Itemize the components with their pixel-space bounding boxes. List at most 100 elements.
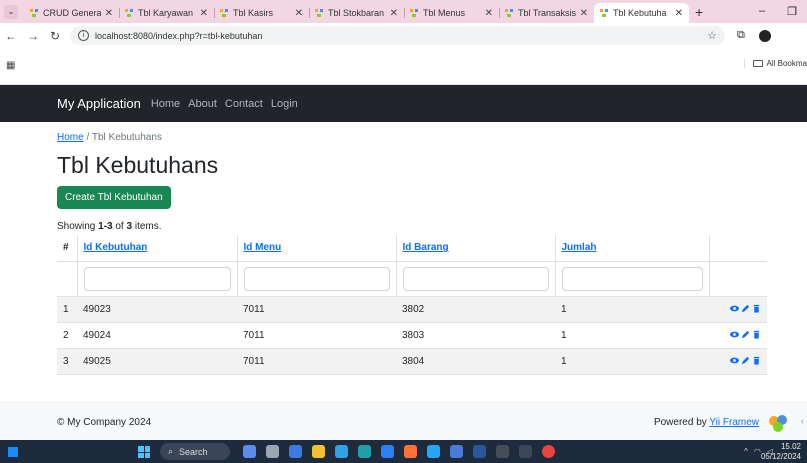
yii-favicon-icon xyxy=(600,9,608,17)
file-explorer-icon[interactable] xyxy=(312,445,325,458)
column-header-jumlah: Jumlah xyxy=(554,235,709,262)
address-bar[interactable]: i localhost:8080/index.php?r=tbl-kebutuh… xyxy=(70,26,725,45)
firefox-icon[interactable] xyxy=(404,445,417,458)
windows-start-icon[interactable] xyxy=(138,446,150,458)
profile-avatar[interactable] xyxy=(758,29,771,42)
close-tab-icon[interactable]: ✕ xyxy=(485,8,493,19)
site-navbar: My Application Home About Contact Login xyxy=(0,85,807,122)
restore-icon[interactable]: ❐ xyxy=(787,5,797,18)
back-icon[interactable]: ← xyxy=(0,29,22,43)
extensions-icon[interactable]: ⧉ xyxy=(737,29,745,42)
site-info-icon[interactable]: i xyxy=(78,30,89,41)
tab-title: Tbl Menus xyxy=(423,8,466,18)
breadcrumb: Home / Tbl Kebutuhans xyxy=(57,132,767,143)
browser-tab[interactable]: Tbl Karyawan ✕ xyxy=(119,3,214,23)
column-header-number: # xyxy=(57,235,77,262)
taskbar-search[interactable]: ⌕ Search xyxy=(160,443,230,460)
browser-tab[interactable]: CRUD Genera ✕ xyxy=(24,3,119,23)
sort-link-id-menu[interactable]: Id Menu xyxy=(244,242,282,253)
yii-logo-icon xyxy=(769,415,787,432)
cell-jumlah: 1 xyxy=(555,322,709,349)
nav-link-home[interactable]: Home xyxy=(151,98,180,110)
breadcrumb-home-link[interactable]: Home xyxy=(57,132,84,143)
row-number: 2 xyxy=(57,322,77,349)
forward-icon[interactable]: → xyxy=(22,29,44,43)
sort-link-id-barang[interactable]: Id Barang xyxy=(403,242,449,253)
copyright-text: © My Company 2024 xyxy=(57,417,152,428)
app-icon[interactable] xyxy=(381,445,394,458)
column-header-id-barang: Id Barang xyxy=(395,235,555,262)
window-controls: – ❐ xyxy=(759,5,807,18)
sort-link-id-kebutuhan[interactable]: Id Kebutuhan xyxy=(84,242,148,253)
filter-input-id-barang[interactable] xyxy=(402,266,549,291)
delete-trash-icon[interactable] xyxy=(752,304,761,313)
minimize-icon[interactable]: – xyxy=(759,5,765,18)
delete-trash-icon[interactable] xyxy=(752,330,761,339)
close-tab-icon[interactable]: ✕ xyxy=(200,8,208,19)
site-footer: © My Company 2024 Powered by Yii Framew … xyxy=(0,402,807,440)
nav-link-login[interactable]: Login xyxy=(271,98,298,110)
close-tab-icon[interactable]: ✕ xyxy=(105,8,113,19)
cell-id-barang: 3802 xyxy=(396,296,555,323)
word-icon[interactable] xyxy=(473,445,486,458)
browser-tab[interactable]: Tbl Menus ✕ xyxy=(404,3,499,23)
browser-tab[interactable]: Tbl Stokbaran ✕ xyxy=(309,3,404,23)
filter-cell xyxy=(236,261,396,297)
chevron-up-icon[interactable]: ^ xyxy=(744,447,748,456)
cell-jumlah: 1 xyxy=(555,296,709,323)
tab-title: Tbl Transaksis xyxy=(518,8,576,18)
update-pencil-icon[interactable] xyxy=(741,304,750,313)
table-row: 1 49023 7011 3802 1 xyxy=(57,296,767,323)
taskbar-clock[interactable]: 15.02 05/12/2024 xyxy=(761,442,801,462)
nav-link-contact[interactable]: Contact xyxy=(225,98,263,110)
close-tab-icon[interactable]: ✕ xyxy=(390,8,398,19)
nav-link-about[interactable]: About xyxy=(188,98,217,110)
chrome-icon[interactable] xyxy=(542,445,555,458)
browser-tab-active[interactable]: Tbl Kebutuha ✕ xyxy=(594,3,689,23)
scroll-left-icon[interactable]: ‹ xyxy=(801,416,804,427)
close-tab-icon[interactable]: ✕ xyxy=(295,8,303,19)
browser-tab[interactable]: Tbl Transaksis ✕ xyxy=(499,3,594,23)
tab-search-chevron-icon[interactable]: ⌄ xyxy=(4,4,18,19)
terminal-icon[interactable] xyxy=(519,445,532,458)
browser-tab-strip: ⌄ CRUD Genera ✕ Tbl Karyawan ✕ Tbl Kasirs ✕… xyxy=(0,0,807,23)
bookmark-star-icon[interactable]: ☆ xyxy=(707,29,717,42)
powered-by-prefix: Powered by xyxy=(653,417,710,428)
close-tab-icon[interactable]: ✕ xyxy=(675,8,683,19)
create-button[interactable]: Create Tbl Kebutuhan xyxy=(57,186,171,209)
update-pencil-icon[interactable] xyxy=(741,330,750,339)
wifi-icon[interactable]: ◠ xyxy=(754,447,761,456)
summary-prefix: Showing xyxy=(57,221,99,232)
new-tab-icon[interactable]: + xyxy=(695,4,703,20)
filter-input-id-menu[interactable] xyxy=(243,266,390,291)
app-icon[interactable] xyxy=(266,445,279,458)
reload-icon[interactable]: ↻ xyxy=(44,29,66,43)
view-eye-icon[interactable] xyxy=(730,304,739,313)
breadcrumb-separator: / xyxy=(86,132,90,143)
filter-input-jumlah[interactable] xyxy=(561,266,703,291)
update-pencil-icon[interactable] xyxy=(741,356,750,365)
delete-trash-icon[interactable] xyxy=(752,356,761,365)
all-bookmarks[interactable]: All Bookma xyxy=(743,59,807,68)
browser-tab[interactable]: Tbl Kasirs ✕ xyxy=(214,3,309,23)
sort-link-jumlah[interactable]: Jumlah xyxy=(562,242,597,253)
app-icon[interactable] xyxy=(496,445,509,458)
app-icon[interactable] xyxy=(289,445,302,458)
app-icon[interactable] xyxy=(358,445,371,458)
view-eye-icon[interactable] xyxy=(730,330,739,339)
view-eye-icon[interactable] xyxy=(730,356,739,365)
widgets-icon[interactable] xyxy=(8,446,18,457)
app-icon[interactable] xyxy=(243,445,256,458)
vscode-icon[interactable] xyxy=(427,445,440,458)
filter-cell-empty xyxy=(708,261,767,297)
apps-grid-icon[interactable]: ▦ xyxy=(6,60,15,71)
brand-link[interactable]: My Application xyxy=(57,96,141,111)
browser-toolbar: ← → ↻ i localhost:8080/index.php?r=tbl-k… xyxy=(0,23,807,48)
filter-input-id-kebutuhan[interactable] xyxy=(83,266,231,291)
close-tab-icon[interactable]: ✕ xyxy=(580,8,588,19)
yii-framework-link[interactable]: Yii Framew xyxy=(709,417,759,428)
taskbar-search-label: Search xyxy=(179,446,208,457)
column-header-id-kebutuhan: Id Kebutuhan xyxy=(76,235,237,262)
app-icon[interactable] xyxy=(450,445,463,458)
edge-icon[interactable] xyxy=(335,445,348,458)
